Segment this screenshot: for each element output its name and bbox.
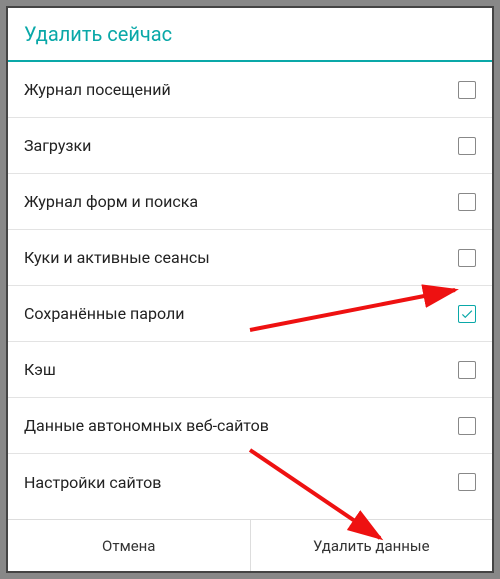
checkbox-cookies[interactable] <box>458 249 476 267</box>
row-form-search-history[interactable]: Журнал форм и поиска <box>8 174 492 230</box>
row-cache[interactable]: Кэш <box>8 342 492 398</box>
confirm-button[interactable]: Удалить данные <box>250 520 493 571</box>
row-label: Журнал форм и поиска <box>24 192 198 211</box>
row-label: Куки и активные сеансы <box>24 248 210 267</box>
row-saved-passwords[interactable]: Сохранённые пароли <box>8 286 492 342</box>
clear-data-dialog: Удалить сейчас Журнал посещений Загрузки… <box>6 6 494 573</box>
row-downloads[interactable]: Загрузки <box>8 118 492 174</box>
row-offline-data[interactable]: Данные автономных веб-сайтов <box>8 398 492 454</box>
row-browsing-history[interactable]: Журнал посещений <box>8 62 492 118</box>
row-label: Кэш <box>24 360 56 379</box>
checkbox-downloads[interactable] <box>458 137 476 155</box>
row-label: Настройки сайтов <box>24 473 161 492</box>
row-label: Данные автономных веб-сайтов <box>24 416 269 435</box>
checkbox-site-settings[interactable] <box>458 473 476 491</box>
check-icon <box>460 307 474 321</box>
options-list: Журнал посещений Загрузки Журнал форм и … <box>8 62 492 519</box>
checkbox-saved-passwords[interactable] <box>458 305 476 323</box>
row-label: Сохранённые пароли <box>24 304 184 323</box>
cancel-button[interactable]: Отмена <box>8 520 250 571</box>
row-label: Загрузки <box>24 136 91 155</box>
row-site-settings[interactable]: Настройки сайтов <box>8 454 492 510</box>
dialog-title: Удалить сейчас <box>8 8 492 60</box>
row-label: Журнал посещений <box>24 80 171 99</box>
checkbox-cache[interactable] <box>458 361 476 379</box>
row-cookies[interactable]: Куки и активные сеансы <box>8 230 492 286</box>
dialog-footer: Отмена Удалить данные <box>8 519 492 571</box>
checkbox-browsing-history[interactable] <box>458 81 476 99</box>
checkbox-offline-data[interactable] <box>458 417 476 435</box>
checkbox-form-search-history[interactable] <box>458 193 476 211</box>
